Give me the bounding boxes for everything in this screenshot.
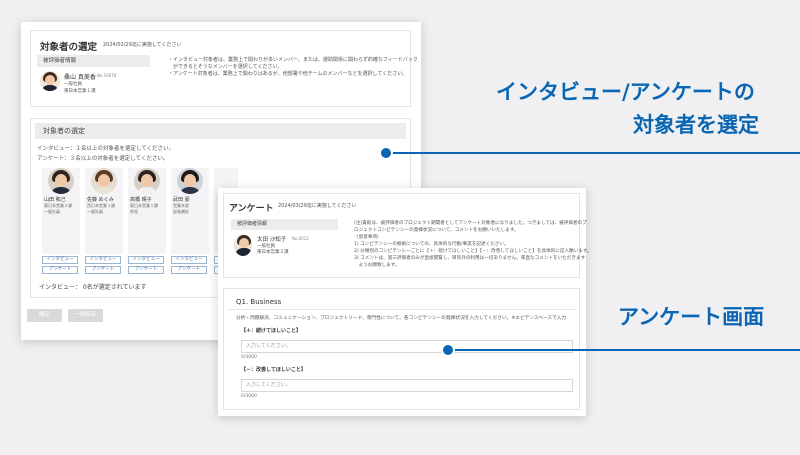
survey-evaluatee-name: 太田 沙知子 <box>257 237 287 243</box>
employee-role: 一般社員 <box>87 209 103 214</box>
selected-status: インタビュー： 0名が選定されています <box>39 284 147 291</box>
employee-name: 山田 和己 <box>44 197 66 203</box>
callout-connector-top <box>386 152 800 154</box>
employee-name: 武田 豪 <box>173 197 190 203</box>
survey-evaluatee-dept: 東日本営業２課 <box>257 250 289 255</box>
employee-photo <box>177 168 203 194</box>
plus-char-count: 0/3000 <box>241 355 257 360</box>
evaluatee-id: No.10078 <box>97 73 117 78</box>
evaluatee-dept: 東日本営業１課 <box>64 89 96 94</box>
instruction-line: ・インタビュー対象者は、業務上で関わりが多いメンバー、または、援助関係に関わらず… <box>168 57 418 63</box>
minus-label: 【－：改善してほしいこと】 <box>241 367 306 373</box>
employee-role: 部長補佐 <box>173 209 189 214</box>
survey-button[interactable]: アンケート <box>85 266 121 274</box>
survey-deadline: 2024/03/29迄に実施してください <box>278 203 357 209</box>
employee-name: 高橋 晴子 <box>130 197 152 203</box>
divider <box>228 309 577 310</box>
survey-info-card: アンケート 2024/03/29迄に実施してください 被評価者情報 太田 沙知子… <box>223 193 592 278</box>
save-draft-button[interactable]: 一時保存 <box>68 309 103 322</box>
plus-label: 【＋：続けてほしいこと】 <box>241 328 302 334</box>
confirm-button[interactable]: 確定 <box>27 309 62 322</box>
employee-card: 山田 和己 東日本営業２課 一般社員 インタビュー アンケート <box>42 168 80 274</box>
employee-photo <box>134 168 160 194</box>
survey-evaluatee-avatar <box>234 234 252 256</box>
description-line: 2) 分類別のコンピテンシーごとに【＋：続けてほしいこと】【－：改善してほしいこ… <box>354 249 592 254</box>
description-line: 〈留意事項〉 <box>354 235 382 240</box>
employee-card: 佐藤 めぐみ 西日本営業１課 一般社員 インタビュー アンケート <box>85 168 123 274</box>
employee-card: 武田 豪 営業本部 部長補佐 インタビュー アンケート <box>171 168 209 274</box>
description-line: ロジェクトコンピテンシーの発揮状況について、コメントをお願いいたします。 <box>354 228 519 233</box>
employee-card: 高橋 晴子 東日本営業１課 係長 インタビュー アンケート <box>128 168 166 274</box>
interview-button[interactable]: インタビュー <box>171 256 207 264</box>
employee-role: 一般社員 <box>44 209 60 214</box>
instructions: ・インタビュー対象者は、業務上で関わりが多いメンバー、または、援助関係に関わらず… <box>168 57 418 78</box>
interview-button[interactable]: インタビュー <box>42 256 78 264</box>
description-line: (注)貴殿は、被評価者のプロジェクト期間者としてアンケート対象者になりました。つ… <box>354 221 587 226</box>
callout-marker-bottom <box>441 343 455 357</box>
question-description: 分析・問題解決、コミュニケーション、プロジェクトリード、専門性について、各コンピ… <box>236 316 567 321</box>
employee-role: 係長 <box>130 209 138 214</box>
select-header: 対象者の選定 <box>35 123 406 139</box>
callout-connector-bottom <box>448 349 800 351</box>
question-title: Q1. Business <box>236 298 282 306</box>
interview-note: インタビュー：１名以上の対象者を選定してください。 <box>37 146 175 152</box>
description-line: 3) コメントは、第三評価者のみが直接閲覧し、目的外の利用は一切ありません。率直… <box>354 256 586 261</box>
employee-name: 佐藤 めぐみ <box>87 197 114 203</box>
evaluatee-avatar <box>40 71 60 91</box>
survey-button[interactable]: アンケート <box>128 266 164 274</box>
survey-note: アンケート：３名以上の対象者を選定してください。 <box>37 156 169 162</box>
instruction-line: ができるとそうなメンバーを選択してください。 <box>168 64 283 70</box>
survey-evaluatee-header: 被評価者情報 <box>231 219 338 230</box>
interview-button[interactable]: インタビュー <box>128 256 164 264</box>
employee-photo <box>48 168 74 194</box>
description-line: 1) コンピテンシーの根拠についての、具体的な行動/事実を記述ください。 <box>354 242 509 247</box>
survey-title: アンケート <box>229 204 274 214</box>
instruction-line: ・アンケート対象者は、業務上で関わりはあるが、他部署や他チームのメンバーなどを選… <box>168 71 408 77</box>
callout-marker-top <box>379 146 393 160</box>
page-title: 対象者の選定 <box>40 42 98 53</box>
survey-button[interactable]: アンケート <box>171 266 207 274</box>
evaluatee-role: 一般社員 <box>64 82 82 87</box>
description-line: ようお願致します。 <box>354 263 400 268</box>
plus-comment-input[interactable]: 入力してください。 <box>241 340 573 353</box>
minus-comment-input[interactable]: 入力してください。 <box>241 379 573 392</box>
survey-button[interactable]: アンケート <box>42 266 78 274</box>
survey-description: (注)貴殿は、被評価者のプロジェクト期間者としてアンケート対象者になりました。つ… <box>354 220 592 269</box>
evaluatee-name: 桑山 真美香 <box>64 74 96 81</box>
employee-photo <box>91 168 117 194</box>
minus-char-count: 0/3000 <box>241 394 257 399</box>
survey-evaluatee-id: No.0012 <box>292 236 309 241</box>
callout-select-line2: 対象者を選定 <box>633 113 759 137</box>
deadline-text: 2024/02/29迄に実施してください <box>103 42 182 48</box>
evaluatee-card: 対象者の選定 2024/02/29迄に実施してください 被評価者情報 桑山 真美… <box>30 30 418 107</box>
callout-survey: アンケート画面 <box>618 305 765 329</box>
interview-button[interactable]: インタビュー <box>85 256 121 264</box>
callout-select-line1: インタビュー/アンケートの <box>496 80 755 104</box>
evaluatee-header: 被評価者情報 <box>37 55 150 67</box>
survey-panel: アンケート 2024/03/29迄に実施してください 被評価者情報 太田 沙知子… <box>218 188 592 416</box>
